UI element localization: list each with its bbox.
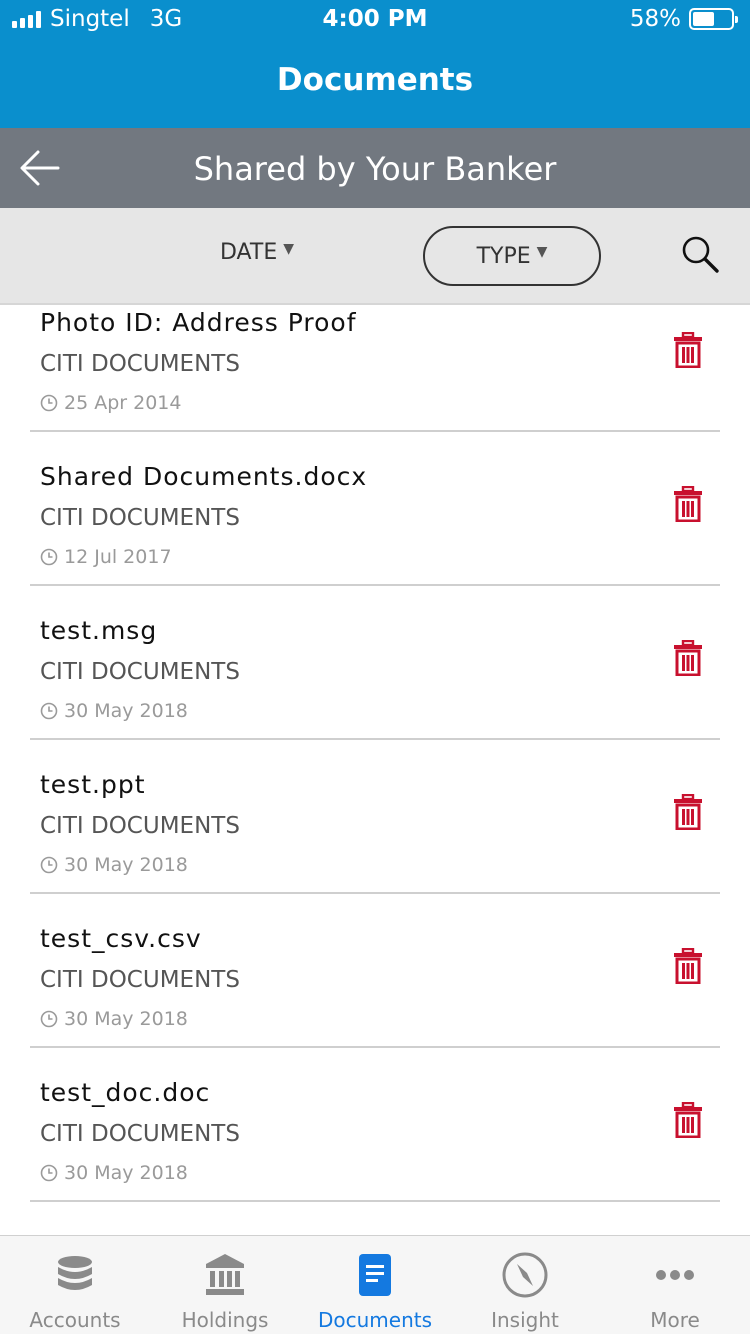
document-date: 12 Jul 2017 [64, 546, 172, 568]
document-date: 30 May 2018 [64, 1162, 188, 1184]
document-date-row: 30 May 2018 [40, 1162, 188, 1184]
document-category: CITI DOCUMENTS [40, 813, 240, 839]
filter-bar: DATE ▼ TYPE ▼ [0, 208, 750, 305]
tab-label: Accounts [29, 1308, 121, 1332]
caret-down-icon: ▼ [283, 240, 295, 257]
search-icon [682, 236, 719, 273]
document-date: 30 May 2018 [64, 854, 188, 876]
tab-accounts[interactable]: Accounts [0, 1236, 150, 1334]
tab-more[interactable]: More [600, 1236, 750, 1334]
clock-icon [40, 1010, 58, 1028]
document-date-row: 25 Apr 2014 [40, 392, 181, 414]
document-icon [359, 1254, 391, 1296]
document-date-row: 30 May 2018 [40, 1008, 188, 1030]
document-name: Photo ID: Address Proof [40, 308, 357, 337]
tab-insight[interactable]: Insight [450, 1236, 600, 1334]
database-icon [58, 1256, 92, 1290]
trash-icon[interactable] [673, 640, 703, 676]
tab-documents[interactable]: Documents [300, 1236, 450, 1334]
document-date: 30 May 2018 [64, 1008, 188, 1030]
document-list-item[interactable]: test_csv.csv CITI DOCUMENTS 30 May 2018 [30, 894, 720, 1048]
more-dots-icon [656, 1270, 694, 1280]
clock-icon [40, 856, 58, 874]
clock-icon [40, 548, 58, 566]
document-list-item[interactable]: test.msg CITI DOCUMENTS 30 May 2018 [30, 586, 720, 740]
app-header: Singtel 3G 4:00 PM 58% Documents [0, 0, 750, 128]
type-filter-button[interactable]: TYPE ▼ [423, 226, 601, 286]
battery-icon [689, 8, 738, 30]
clock-icon [40, 1164, 58, 1182]
compass-icon [502, 1252, 548, 1298]
document-list-item[interactable]: test.ppt CITI DOCUMENTS 30 May 2018 [30, 740, 720, 894]
trash-icon[interactable] [673, 948, 703, 984]
tab-label: More [650, 1308, 700, 1332]
tab-label: Insight [491, 1308, 559, 1332]
tab-label: Documents [317, 1308, 433, 1332]
document-name: test_doc.doc [40, 1078, 211, 1107]
document-name: test.ppt [40, 770, 146, 799]
document-name: test_csv.csv [40, 924, 202, 953]
document-date-row: 30 May 2018 [40, 700, 188, 722]
sub-header: Shared by Your Banker [0, 128, 750, 208]
status-bar: Singtel 3G 4:00 PM 58% [0, 0, 750, 40]
document-category: CITI DOCUMENTS [40, 967, 240, 993]
document-category: CITI DOCUMENTS [40, 505, 240, 531]
document-category: CITI DOCUMENTS [40, 1121, 240, 1147]
caret-down-icon: ▼ [536, 244, 548, 260]
trash-icon[interactable] [673, 486, 703, 522]
trash-icon[interactable] [673, 794, 703, 830]
date-filter-button[interactable]: DATE ▼ [220, 240, 294, 265]
document-date-row: 12 Jul 2017 [40, 546, 172, 568]
section-title: Shared by Your Banker [193, 150, 557, 188]
document-date-row: 30 May 2018 [40, 854, 188, 876]
type-filter-label: TYPE [476, 243, 531, 269]
trash-icon[interactable] [673, 1102, 703, 1138]
tab-bar: Accounts Holdings Documents Insight More [0, 1235, 750, 1334]
document-list: Photo ID: Address Proof CITI DOCUMENTS 2… [0, 305, 750, 1235]
battery-percent: 58% [629, 6, 681, 32]
search-button[interactable] [680, 234, 720, 278]
document-list-item[interactable]: Shared Documents.docx CITI DOCUMENTS 12 … [30, 432, 720, 586]
document-category: CITI DOCUMENTS [40, 659, 240, 685]
document-list-item[interactable]: Photo ID: Address Proof CITI DOCUMENTS 2… [30, 305, 720, 432]
bank-icon [206, 1254, 244, 1295]
page-title: Documents [276, 62, 474, 98]
clock-icon [40, 394, 58, 412]
document-name: Shared Documents.docx [40, 462, 368, 491]
tab-holdings[interactable]: Holdings [150, 1236, 300, 1334]
status-right: 58% [629, 6, 738, 32]
document-category: CITI DOCUMENTS [40, 351, 240, 377]
date-filter-label: DATE [220, 240, 278, 265]
document-date: 25 Apr 2014 [64, 392, 182, 414]
clock-icon [40, 702, 58, 720]
document-list-item[interactable]: test_doc.doc CITI DOCUMENTS 30 May 2018 [30, 1048, 720, 1202]
document-name: test.msg [40, 616, 158, 645]
trash-icon[interactable] [673, 332, 703, 368]
tab-label: Holdings [181, 1308, 269, 1332]
document-date: 30 May 2018 [64, 700, 188, 722]
